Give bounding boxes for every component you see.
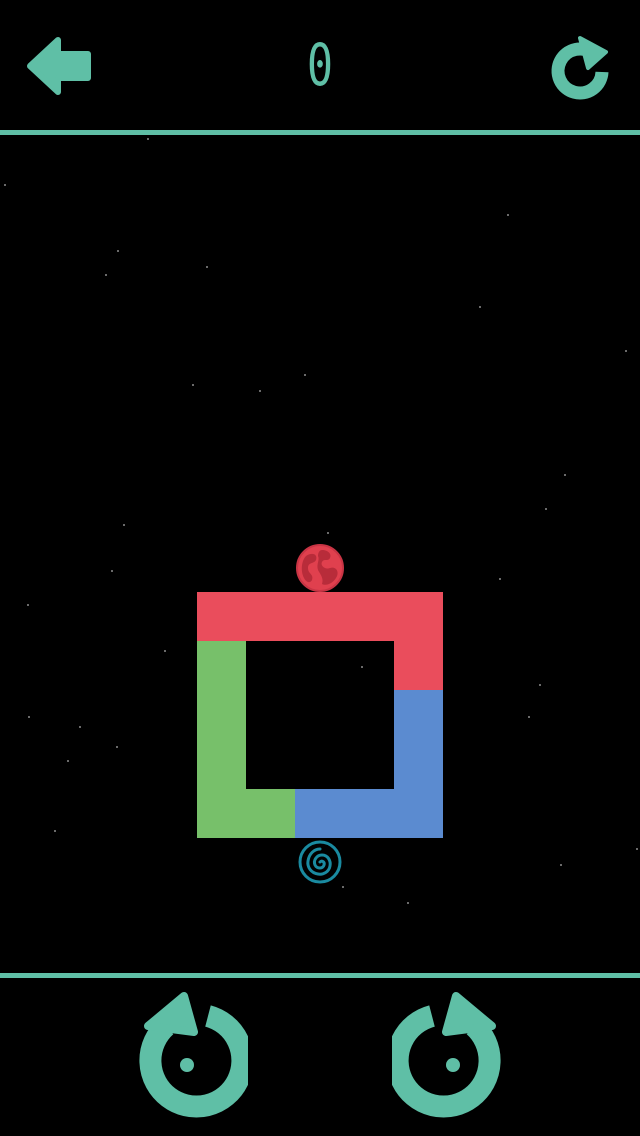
bottom-divider — [0, 973, 640, 978]
spiral-icon — [298, 840, 342, 884]
segment-red-top — [197, 592, 443, 641]
earth-icon — [296, 544, 344, 592]
rotate-right-button[interactable] — [386, 990, 514, 1122]
color-square-board[interactable] — [197, 592, 443, 838]
red-earth-ball — [296, 544, 344, 592]
restart-button[interactable] — [548, 32, 614, 102]
segment-blue-right — [394, 690, 443, 838]
rotate-counterclockwise-icon — [139, 992, 254, 1118]
teal-spiral-ball — [298, 840, 342, 884]
segment-red-right — [394, 641, 443, 690]
score-display: 0 — [306, 31, 334, 99]
rotate-clockwise-icon — [386, 992, 501, 1118]
restart-icon — [551, 36, 609, 100]
top-bar: 0 — [0, 0, 640, 130]
segment-green-left — [197, 641, 246, 838]
segment-blue-bottom — [295, 789, 394, 838]
rotate-left-button[interactable] — [126, 990, 254, 1122]
segment-green-bottom — [246, 789, 295, 838]
